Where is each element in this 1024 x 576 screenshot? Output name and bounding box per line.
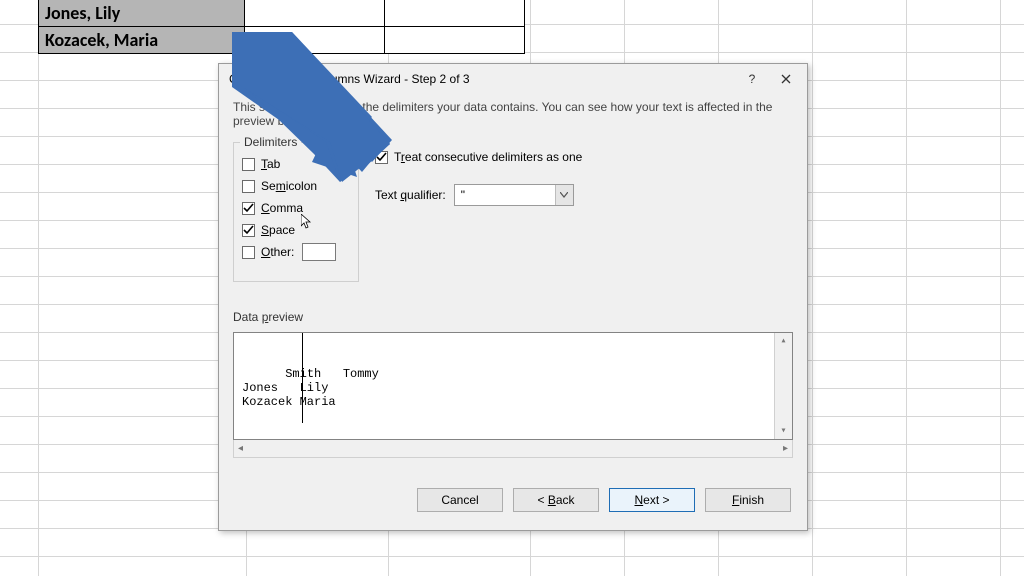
scroll-left-icon: ◂ xyxy=(238,443,243,454)
checkbox-label: Treat consecutive delimiters as one xyxy=(394,150,582,164)
cell-name[interactable]: Kozacek, Maria xyxy=(39,27,245,54)
data-preview: Smith Tommy Jones Lily Kozacek Maria ▴▾ xyxy=(233,332,793,440)
cell-name[interactable]: Jones, Lily xyxy=(39,0,245,27)
selection-handle[interactable] xyxy=(241,49,248,56)
text-qualifier-row: Text qualifier: " xyxy=(375,184,582,206)
checkbox-semicolon[interactable]: Semicolon xyxy=(242,177,350,195)
combo-value: " xyxy=(461,188,465,202)
checkbox-other[interactable]: Other: xyxy=(242,243,350,261)
close-icon xyxy=(781,74,791,84)
checkbox-icon[interactable] xyxy=(242,246,255,259)
checkbox-icon[interactable] xyxy=(242,202,255,215)
cell-blank[interactable] xyxy=(245,27,385,54)
scroll-right-icon: ▸ xyxy=(783,443,788,454)
close-button[interactable] xyxy=(769,67,803,91)
checkbox-comma[interactable]: Comma xyxy=(242,199,350,217)
back-button[interactable]: < Back xyxy=(513,488,599,512)
delimiter-options: Treat consecutive delimiters as one Text… xyxy=(375,150,582,206)
cell-blank[interactable] xyxy=(385,27,525,54)
table-row[interactable]: Kozacek, Maria xyxy=(39,27,525,54)
checkbox-treat-consecutive[interactable]: Treat consecutive delimiters as one xyxy=(375,150,582,164)
data-table: Jones, Lily Kozacek, Maria xyxy=(38,0,525,54)
scroll-down-icon: ▾ xyxy=(780,425,786,437)
text-to-columns-dialog: Convert Text to Columns Wizard - Step 2 … xyxy=(218,63,808,531)
preview-text: Smith Tommy Jones Lily Kozacek Maria xyxy=(242,367,379,409)
checkbox-label: Comma xyxy=(261,201,303,215)
intro-text: This screen lets you set the delimiters … xyxy=(219,94,807,138)
scrollbar-horizontal[interactable]: ◂▸ xyxy=(233,440,793,458)
checkbox-icon[interactable] xyxy=(242,224,255,237)
cell-blank[interactable] xyxy=(385,0,525,27)
next-button[interactable]: Next > xyxy=(609,488,695,512)
checkbox-tab[interactable]: Tab xyxy=(242,155,350,173)
scrollbar-vertical[interactable]: ▴▾ xyxy=(774,333,792,439)
cancel-button[interactable]: Cancel xyxy=(417,488,503,512)
data-preview-label: Data preview xyxy=(233,310,303,324)
mouse-cursor-icon xyxy=(301,214,313,230)
text-qualifier-label: Text qualifier: xyxy=(375,188,446,202)
titlebar[interactable]: Convert Text to Columns Wizard - Step 2 … xyxy=(219,64,807,94)
checkbox-label: Tab xyxy=(261,157,280,171)
table-row[interactable]: Jones, Lily xyxy=(39,0,525,27)
checkbox-icon[interactable] xyxy=(242,180,255,193)
checkbox-label: Space xyxy=(261,223,295,237)
help-button[interactable]: ? xyxy=(735,67,769,91)
text-qualifier-combo[interactable]: " xyxy=(454,184,574,206)
delimiters-legend: Delimiters xyxy=(240,135,301,149)
cell-blank[interactable] xyxy=(245,0,385,27)
checkbox-label: Other: xyxy=(261,245,294,259)
checkbox-icon[interactable] xyxy=(242,158,255,171)
checkbox-label: Semicolon xyxy=(261,179,317,193)
other-delimiter-input[interactable] xyxy=(302,243,336,261)
button-row: Cancel < Back Next > Finish xyxy=(219,488,807,518)
checkbox-icon[interactable] xyxy=(375,151,388,164)
checkbox-space[interactable]: Space xyxy=(242,221,350,239)
dialog-title: Convert Text to Columns Wizard - Step 2 … xyxy=(229,72,735,86)
column-separator xyxy=(302,333,303,423)
scroll-up-icon: ▴ xyxy=(780,335,786,347)
finish-button[interactable]: Finish xyxy=(705,488,791,512)
chevron-down-icon xyxy=(555,185,573,205)
delimiters-fieldset: Delimiters Tab Semicolon Comma Space Oth… xyxy=(233,142,359,282)
